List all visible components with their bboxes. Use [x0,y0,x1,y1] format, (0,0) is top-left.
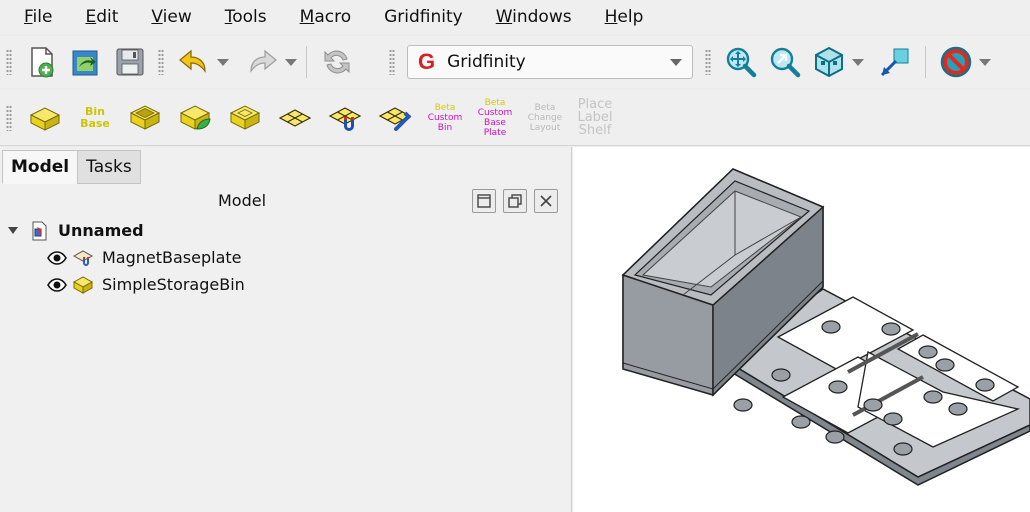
tree-item-document[interactable]: Unnamed [0,217,572,244]
baseplate-button[interactable] [270,93,320,143]
main-toolbar: G Gridfinity [0,36,1030,88]
screw-baseplate-button[interactable] [370,93,420,143]
refresh-icon [324,50,350,74]
menu-gridfinity[interactable]: Gridfinity [384,7,463,27]
panel-tabs: Model Tasks [2,150,141,184]
fit-all-button[interactable] [719,40,763,84]
eye-icon[interactable] [46,247,68,269]
float-panel-button[interactable] [503,189,527,213]
open-document-button[interactable] [64,40,108,84]
open-bin-icon [129,104,161,130]
new-document-icon [31,47,54,78]
menu-edit[interactable]: Edit [85,7,118,27]
fit-selection-button[interactable] [763,40,807,84]
combo-view-panel: Model Tasks Model Unnamed MagnetBaseplat… [0,147,572,512]
panel-window-buttons [472,189,558,213]
collapse-panel-button[interactable] [472,189,496,213]
redo-icon [250,49,278,73]
toolbar-grip[interactable] [389,49,395,75]
beta-change-layout-button[interactable]: Beta Change Layout [520,93,570,143]
bin-icon [72,274,94,296]
open-document-icon [72,50,98,76]
storage-bin-button[interactable] [120,93,170,143]
menu-help[interactable]: Help [605,7,644,27]
place-label-shelf-button[interactable]: Place Label Shelf [570,93,620,143]
draw-style-chevron-icon[interactable] [978,40,992,84]
bin-base-button[interactable]: Bin Base [70,93,120,143]
magnet-baseplate-button[interactable] [320,93,370,143]
tree-item-label: Unnamed [58,221,144,240]
fit-selection-icon [770,47,801,78]
cube-view-icon [815,46,843,78]
measure-arrow-icon [880,48,909,77]
toolbar-grip[interactable] [158,49,164,75]
beta-custom-base-plate-button[interactable]: Beta Custom Base Plate [470,93,520,143]
toolbar-grip[interactable] [705,49,711,75]
baseplate-grid-icon [278,108,312,127]
workbench-label: Gridfinity [447,52,526,72]
gridfinity-logo-icon: G [418,49,436,74]
menu-tools[interactable]: Tools [225,7,267,27]
tree-item-label: SimpleStorageBin [102,275,245,294]
measure-button[interactable] [873,40,917,84]
eco-bin-button[interactable] [170,93,220,143]
menu-macro[interactable]: Macro [300,7,351,27]
gridfinity-toolbar: Bin Base Beta Custom Bin Beta Custom Bas… [0,90,1030,146]
simple-bin-button[interactable] [20,93,70,143]
document-icon [28,220,50,242]
beta-custom-bin-button[interactable]: Beta Custom Bin [420,93,470,143]
menu-view[interactable]: View [151,7,191,27]
model-tree: Unnamed MagnetBaseplate SimpleStorageBin [0,217,572,298]
expand-arrow-icon[interactable] [8,227,18,234]
tree-item-simplestoragebin[interactable]: SimpleStorageBin [0,271,572,298]
toolbar-grip[interactable] [6,104,12,131]
draw-style-button[interactable] [934,40,978,84]
magnet-baseplate-icon [328,106,362,131]
standard-views-button[interactable] [807,40,851,84]
menu-windows[interactable]: Windows [496,7,572,27]
workbench-selector[interactable]: G Gridfinity [407,45,693,79]
tab-tasks[interactable]: Tasks [77,150,141,184]
undo-icon [178,49,206,73]
fit-all-icon [726,47,757,78]
close-icon [540,195,552,207]
undo-dropdown-chevron-icon[interactable] [216,40,230,84]
no-entry-icon [940,46,972,78]
toolbar-grip[interactable] [6,49,12,75]
panel-layout-icon [477,194,491,208]
menu-bar: File Edit View Tools Macro Gridfinity Wi… [0,0,1030,34]
eco-bin-icon [179,104,211,130]
bin-icon [29,106,61,131]
eye-icon[interactable] [46,274,68,296]
parts-bin-icon [229,104,261,130]
tab-model[interactable]: Model [2,150,79,184]
parts-bin-button[interactable] [220,93,270,143]
new-document-button[interactable] [20,40,64,84]
restore-window-icon [508,194,522,208]
panel-title: Model [217,191,267,210]
3d-viewport[interactable] [573,147,1030,512]
refresh-button[interactable] [315,40,359,84]
close-panel-button[interactable] [534,189,558,213]
redo-button[interactable] [240,40,284,84]
save-icon [116,48,144,76]
standard-views-chevron-icon[interactable] [851,40,865,84]
toolbar-separator [306,46,307,78]
magnet-baseplate-icon [72,247,94,269]
tree-item-label: MagnetBaseplate [102,248,242,267]
save-document-button[interactable] [108,40,152,84]
screw-baseplate-icon [378,106,412,131]
chevron-down-icon [670,58,682,66]
menu-file[interactable]: File [24,7,52,27]
redo-dropdown-chevron-icon[interactable] [284,40,298,84]
undo-button[interactable] [172,40,216,84]
toolbar-separator [925,46,926,78]
gridfinity-model-render [621,168,1030,486]
tree-item-magnetbaseplate[interactable]: MagnetBaseplate [0,244,572,271]
